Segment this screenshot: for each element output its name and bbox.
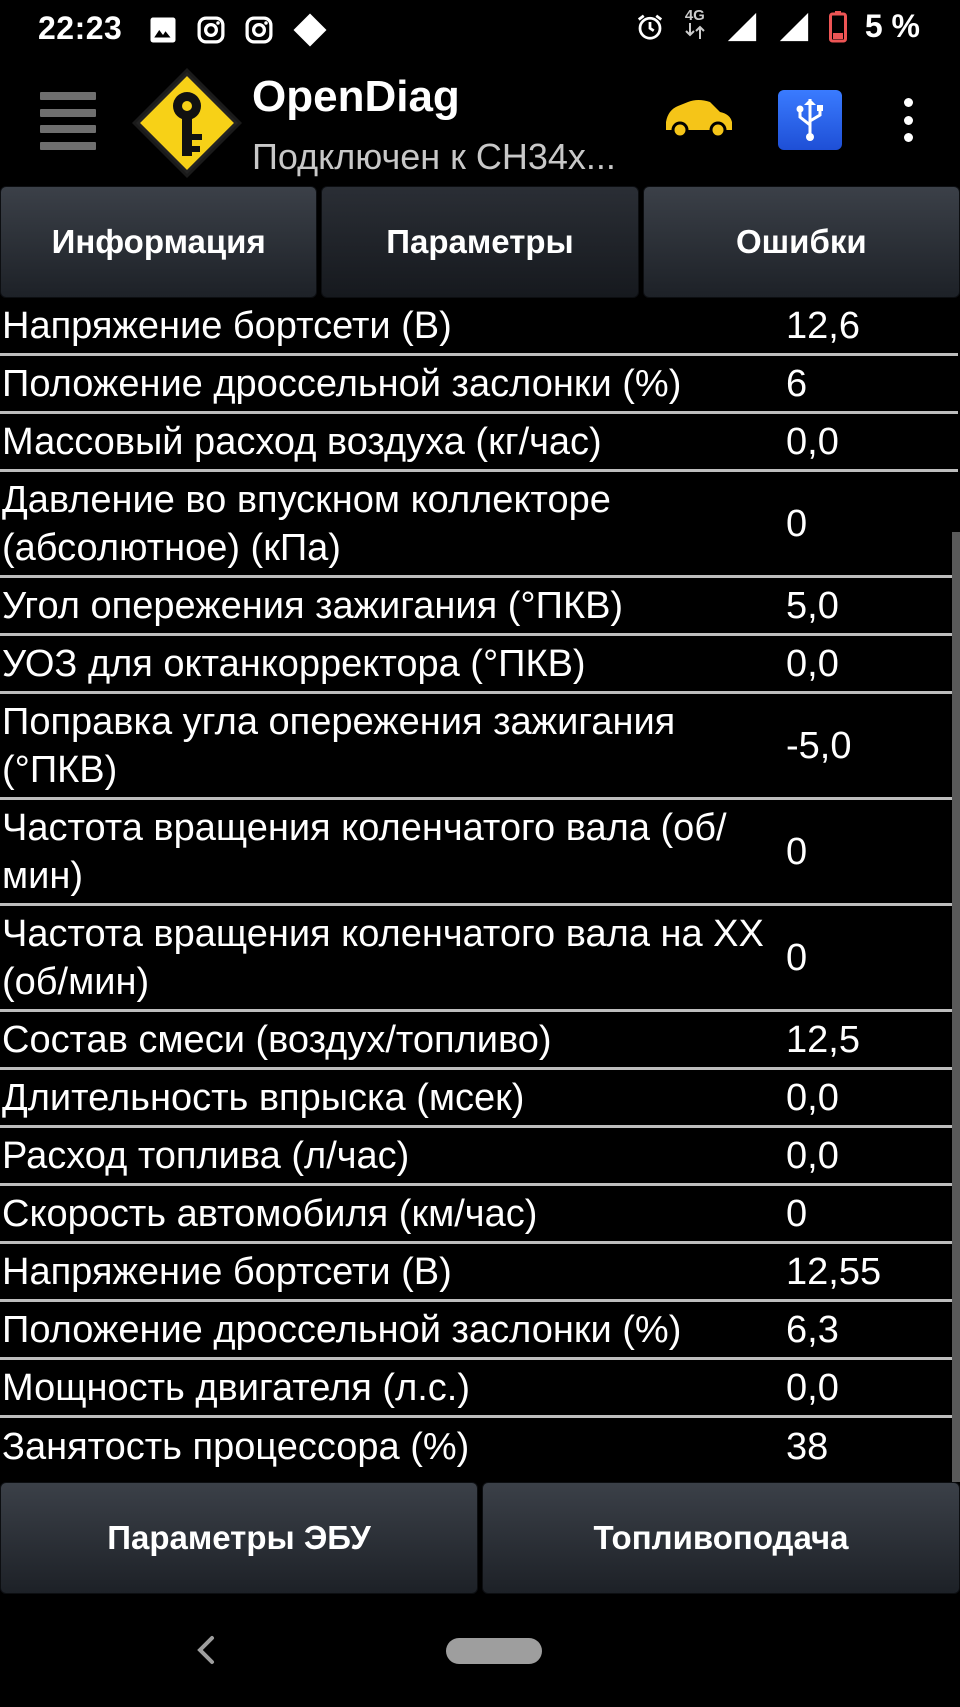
list-item: Состав смеси (воздух/топливо) 12,5 [0,1012,958,1070]
param-name: Частота вращения коленчатого вала (об/ми… [2,806,727,897]
app-bar: OpenDiag Подключен к CH34x... [0,58,960,186]
param-name: Давление во впускном коллекторе (абсолют… [2,478,611,569]
list-item: Напряжение бортсети (В) 12,6 [0,298,958,356]
param-value: 12,6 [786,304,860,347]
car-icon[interactable] [658,92,736,144]
param-value: 12,55 [786,1250,882,1293]
battery-low-icon [828,10,847,42]
list-item: Частота вращения коленчатого вала (об/ми… [0,800,958,906]
tab-errors[interactable]: Ошибки [642,186,960,298]
signal-icon [727,12,757,41]
tab-bar: Информация Параметры Ошибки [0,186,960,298]
app-logo-icon [132,68,242,178]
signal-icon [779,12,809,41]
param-value: 5,0 [786,584,839,627]
instagram-icon [197,16,225,44]
param-name: Напряжение бортсети (В) [2,304,452,347]
more-options-icon[interactable] [896,98,920,142]
list-item: Длительность впрыска (мсек) 0,0 [0,1070,958,1128]
param-name: Поправка угла опережения зажигания (°ПКВ… [2,700,676,791]
menu-icon[interactable] [40,92,96,150]
param-value: 0 [786,1192,808,1235]
data-arrows-icon [685,23,705,39]
fuel-supply-button[interactable]: Топливоподача [482,1482,960,1594]
param-name: Скорость автомобиля (км/час) [2,1192,538,1235]
param-value: 0 [786,936,808,979]
param-name: Положение дроссельной заслонки (%) [2,1308,682,1351]
list-item: Занятость процессора (%) 38 [0,1418,958,1476]
battery-percent: 5 % [864,8,920,44]
status-time: 22:23 [38,10,123,46]
list-item: Массовый расход воздуха (кг/час) 0,0 [0,414,958,472]
param-name: Массовый расход воздуха (кг/час) [2,420,602,463]
list-item: Скорость автомобиля (км/час) 0 [0,1186,958,1244]
list-item: Расход топлива (л/час) 0,0 [0,1128,958,1186]
connection-status: Подключен к CH34x... [252,136,616,177]
diamond-icon [293,13,327,47]
param-value: 38 [786,1426,829,1468]
param-value: 6 [786,362,808,405]
list-item: Мощность двигателя (л.с.) 0,0 [0,1360,958,1418]
param-name: Мощность двигателя (л.с.) [2,1366,471,1409]
param-value: 0,0 [786,1134,839,1177]
parameter-list[interactable]: Напряжение бортсети (В) 12,6 Положение др… [0,298,960,1482]
list-item: УОЗ для октанкорректора (°ПКВ) 0,0 [0,636,958,694]
param-name: Расход топлива (л/час) [2,1134,410,1177]
param-name: Положение дроссельной заслонки (%) [2,362,682,405]
app-title: OpenDiag [252,72,460,121]
param-value: 0,0 [786,642,839,685]
ecu-parameters-button[interactable]: Параметры ЭБУ [0,1482,478,1594]
list-item: Положение дроссельной заслонки (%) 6,3 [0,1302,958,1360]
bottom-button-bar: Параметры ЭБУ Топливоподача [0,1482,960,1594]
param-name: Длительность впрыска (мсек) [2,1076,525,1119]
param-value: 6,3 [786,1308,839,1351]
list-item: Давление во впускном коллекторе (абсолют… [0,472,958,578]
param-name: УОЗ для октанкорректора (°ПКВ) [2,642,586,685]
network-type-indicator: 4G [683,8,707,44]
param-name: Напряжение бортсети (В) [2,1250,452,1293]
param-name: Угол опережения зажигания (°ПКВ) [2,584,624,627]
scrollbar[interactable] [952,532,960,1482]
status-bar: 22:23 4G 5 % [0,0,960,58]
alarm-icon [637,14,662,40]
param-name: Занятость процессора (%) [2,1426,470,1468]
param-name: Частота вращения коленчатого вала на ХХ … [2,912,764,1003]
list-item: Поправка угла опережения зажигания (°ПКВ… [0,694,958,800]
param-value: 0 [786,502,808,545]
instagram-icon [245,16,273,44]
usb-icon [796,99,823,141]
usb-button[interactable] [778,90,842,150]
list-item: Положение дроссельной заслонки (%) 6 [0,356,958,414]
param-value: 0 [786,830,808,873]
list-item: Частота вращения коленчатого вала на ХХ … [0,906,958,1012]
home-pill-button[interactable] [446,1638,542,1664]
list-item: Напряжение бортсети (В) 12,55 [0,1244,958,1302]
tab-parameters[interactable]: Параметры [321,186,639,298]
param-value: 0,0 [786,420,839,463]
param-value: -5,0 [786,724,852,767]
list-item: Угол опережения зажигания (°ПКВ) 5,0 [0,578,958,636]
param-name: Состав смеси (воздух/топливо) [2,1018,552,1061]
param-value: 12,5 [786,1018,860,1061]
back-icon[interactable] [190,1630,220,1670]
param-value: 0,0 [786,1366,839,1409]
gallery-icon [150,17,176,43]
param-value: 0,0 [786,1076,839,1119]
tab-information[interactable]: Информация [0,186,318,298]
